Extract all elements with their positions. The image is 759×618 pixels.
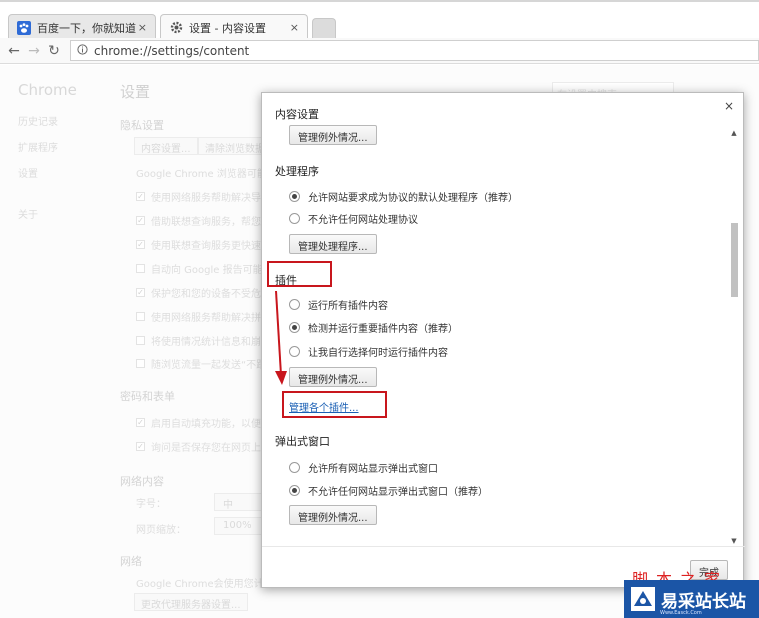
manage-exceptions-button[interactable]: 管理例外情况... xyxy=(289,367,377,387)
annotation-box-manage-plugins xyxy=(282,391,387,418)
tab-baidu[interactable]: 百度一下，你就知道 × xyxy=(8,14,156,40)
annotation-box-plugins xyxy=(267,261,332,287)
browser-toolbar: ← → ↻ chrome://settings/content xyxy=(0,38,759,64)
popups-heading: 弹出式窗口 xyxy=(275,435,330,448)
dialog-title: 内容设置 xyxy=(275,108,319,121)
scroll-up-icon[interactable]: ▲ xyxy=(729,129,739,139)
radio-dot xyxy=(289,213,300,224)
radio-dot xyxy=(289,191,300,202)
easck-logo-icon xyxy=(628,584,658,614)
manage-exceptions-button[interactable]: 管理例外情况... xyxy=(289,505,377,525)
address-bar[interactable]: chrome://settings/content xyxy=(70,40,759,61)
popups-block-radio[interactable]: 不允许任何网站显示弹出式窗口（推荐） xyxy=(289,483,488,498)
scroll-thumb[interactable] xyxy=(731,223,738,297)
plugins-detect-radio[interactable]: 检测并运行重要插件内容（推荐） xyxy=(289,320,458,335)
tab-close-icon[interactable]: × xyxy=(290,21,299,34)
url-text: chrome://settings/content xyxy=(94,43,250,58)
dialog-divider xyxy=(262,546,745,547)
content-settings-dialog: × 内容设置 管理例外情况... 处理程序 允许网站要求成为协议的默认处理程序（… xyxy=(261,92,745,588)
dialog-scrollbar[interactable]: ▲ ▼ xyxy=(729,129,739,547)
manage-exceptions-button[interactable]: 管理例外情况... xyxy=(289,125,377,145)
back-arrow-icon[interactable]: ← xyxy=(4,41,24,61)
handlers-allow-radio[interactable]: 允许网站要求成为协议的默认处理程序（推荐） xyxy=(289,189,518,204)
watermark-brand: 易采站长站 xyxy=(661,591,746,612)
tab-title: 设置 - 内容设置 xyxy=(189,21,266,35)
annotation-arrow-icon xyxy=(275,290,287,385)
manage-handlers-button[interactable]: 管理处理程序... xyxy=(289,234,377,254)
tab-close-icon[interactable]: × xyxy=(138,21,147,34)
radio-dot xyxy=(289,485,300,496)
radio-dot xyxy=(289,462,300,473)
info-icon[interactable] xyxy=(77,43,88,58)
tab-strip: 百度一下，你就知道 × 设置 - 内容设置 × xyxy=(0,0,759,40)
popups-allow-radio[interactable]: 允许所有网站显示弹出式窗口 xyxy=(289,460,438,475)
watermark-logo: 易采站长站 Www.Easck.Com xyxy=(624,580,759,618)
baidu-paw-icon xyxy=(17,20,31,35)
gear-icon xyxy=(169,21,183,35)
dialog-scroll-area: 内容设置 管理例外情况... 处理程序 允许网站要求成为协议的默认处理程序（推荐… xyxy=(262,93,731,543)
handlers-block-radio[interactable]: 不允许任何网站处理协议 xyxy=(289,211,418,226)
location-heading: 位置 xyxy=(275,541,297,543)
forward-arrow-icon[interactable]: → xyxy=(24,41,44,61)
tab-settings[interactable]: 设置 - 内容设置 × xyxy=(160,14,308,40)
watermark-url: Www.Easck.Com xyxy=(660,610,702,616)
plugins-click-to-play-radio[interactable]: 让我自行选择何时运行插件内容 xyxy=(289,344,448,359)
handlers-heading: 处理程序 xyxy=(275,165,319,178)
plugins-run-all-radio[interactable]: 运行所有插件内容 xyxy=(289,297,388,312)
new-tab-button[interactable] xyxy=(312,18,336,38)
reload-icon[interactable]: ↻ xyxy=(44,41,64,61)
tab-title: 百度一下，你就知道 xyxy=(37,21,136,35)
